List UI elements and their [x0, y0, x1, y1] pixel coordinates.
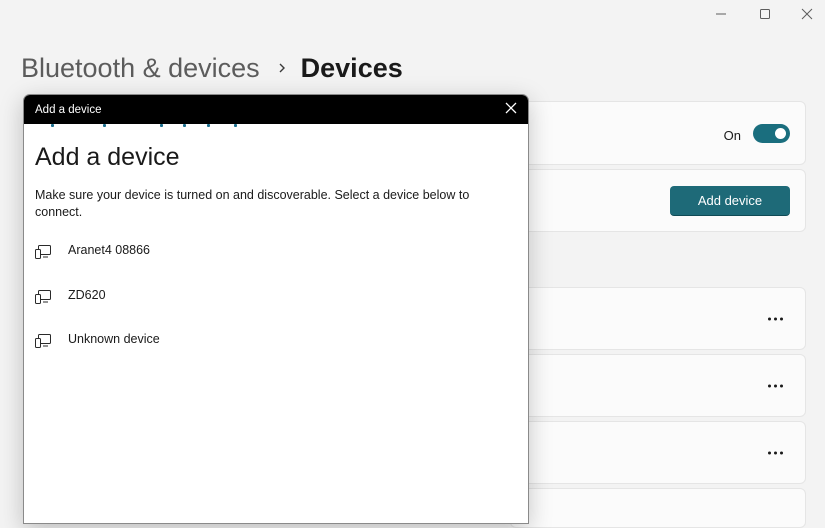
device-name: ZD620	[68, 287, 106, 302]
more-options-icon[interactable]	[768, 384, 783, 387]
add-device-button[interactable]: Add device	[670, 186, 790, 216]
dialog-heading: Add a device	[35, 143, 180, 171]
dialog-title-bar: Add a device	[24, 95, 528, 124]
chevron-right-icon	[277, 62, 287, 74]
device-list: Aranet4 08866 ZD620 Unknown device	[24, 235, 528, 369]
device-card	[510, 488, 806, 528]
add-device-card: Add device	[510, 169, 806, 232]
toggle-state-label: On	[723, 128, 741, 143]
page-title: Devices	[300, 53, 403, 83]
minimize-button[interactable]	[700, 0, 742, 28]
searching-progress-indicator	[24, 124, 528, 129]
dialog-description: Make sure your device is turned on and d…	[35, 188, 470, 219]
device-icon	[35, 289, 52, 310]
device-card	[510, 354, 806, 417]
close-icon	[801, 8, 813, 20]
bluetooth-card: On	[510, 101, 806, 165]
list-item-device[interactable]: ZD620	[24, 280, 528, 325]
device-name: Aranet4 08866	[68, 243, 151, 257]
device-card	[510, 287, 806, 350]
bluetooth-toggle[interactable]	[753, 124, 790, 143]
window-close-button[interactable]	[786, 0, 825, 28]
device-icon	[35, 333, 52, 354]
more-options-icon[interactable]	[768, 451, 783, 454]
maximize-icon	[759, 8, 771, 20]
breadcrumb-parent[interactable]: Bluetooth & devices	[21, 50, 260, 86]
dialog-close-button[interactable]	[504, 101, 518, 119]
device-card	[510, 421, 806, 484]
add-device-dialog: Add a device Add a device Make sure your…	[23, 94, 529, 524]
toggle-knob	[775, 128, 786, 139]
dialog-title: Add a device	[35, 103, 102, 116]
list-item-device[interactable]: Unknown device	[24, 324, 528, 369]
device-icon	[35, 244, 52, 265]
device-name: Unknown device	[68, 332, 160, 346]
minimize-icon	[715, 8, 727, 20]
close-icon	[505, 101, 517, 119]
list-item-device[interactable]: Aranet4 08866	[24, 235, 528, 280]
breadcrumb: Bluetooth & devices Devices	[21, 50, 403, 86]
maximize-button[interactable]	[744, 0, 786, 28]
more-options-icon[interactable]	[768, 317, 783, 320]
